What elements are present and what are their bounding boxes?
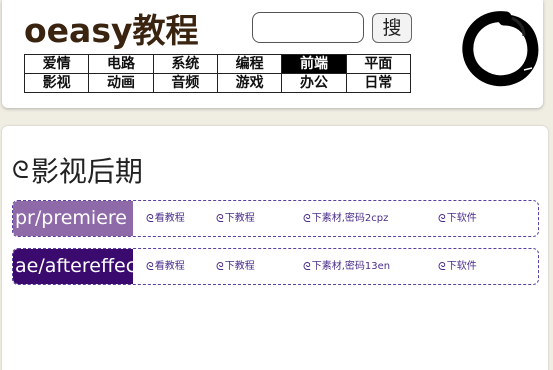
download-software-link[interactable]: ᘓ 下软件 <box>438 249 477 284</box>
swirl-icon: ᘓ <box>438 212 446 225</box>
nav-item[interactable]: 平面 <box>345 54 412 74</box>
search-button[interactable]: 搜 <box>372 13 412 43</box>
nav-item[interactable]: 编程 <box>216 54 283 74</box>
swirl-icon: ᘓ <box>146 260 154 273</box>
swirl-icon: ᘓ <box>12 156 29 184</box>
download-tutorial-link[interactable]: ᘓ 下教程 <box>216 201 255 236</box>
watch-tutorial-link[interactable]: ᘓ 看教程 <box>146 249 185 284</box>
swirl-icon: ᘓ <box>303 260 311 273</box>
download-assets-link[interactable]: ᘓ 下素材,密码2cpz <box>303 201 388 236</box>
download-software-link[interactable]: ᘓ 下软件 <box>438 201 477 236</box>
nav-item[interactable]: 系统 <box>152 54 218 74</box>
section-title: ᘓ 影视后期 <box>12 150 143 190</box>
nav-item[interactable]: 爱情 <box>23 54 90 74</box>
nav-item[interactable]: 前端 <box>281 54 347 74</box>
category-nav: 爱情 电路 系统 编程 前端 平面影视 动画 音频 游戏 办公 日常 <box>23 54 412 93</box>
resource-name[interactable]: pr/premiere <box>13 201 133 236</box>
nav-item[interactable]: 动画 <box>88 73 154 93</box>
nav-item[interactable]: 电路 <box>88 54 154 74</box>
site-title[interactable]: oeasy教程 <box>24 4 198 52</box>
link-label: 看教程 <box>154 213 185 224</box>
nav-item[interactable]: 日常 <box>345 73 412 93</box>
link-label: 下素材,密码2cpz <box>311 213 389 224</box>
link-label: 下软件 <box>446 261 477 272</box>
nav-item[interactable]: 影视 <box>23 73 90 93</box>
nav-item[interactable]: 游戏 <box>216 73 283 93</box>
site-header: oeasy教程 搜 爱情 电路 系统 编程 前端 平面影视 动画 音频 游戏 办公 日常 <box>2 0 543 108</box>
link-label: 下教程 <box>224 261 255 272</box>
nav-item[interactable]: 办公 <box>281 73 347 93</box>
swirl-icon: ᘓ <box>216 260 224 273</box>
swirl-icon: ᘓ <box>146 212 154 225</box>
swirl-icon: ᘓ <box>303 212 311 225</box>
main-content: ᘓ 影视后期 pr/premiere ᘓ 看教程 ᘓ 下教程 ᘓ 下素材,密码2cpz ᘓ 下软… <box>2 126 548 370</box>
link-label: 下软件 <box>446 213 477 224</box>
download-assets-link[interactable]: ᘓ 下素材,密码13en <box>303 249 390 284</box>
swirl-icon: ᘓ <box>216 212 224 225</box>
link-label: 下素材,密码13en <box>311 261 391 272</box>
resource-row: pr/premiere ᘓ 看教程 ᘓ 下教程 ᘓ 下素材,密码2cpz ᘓ 下软件 <box>12 200 539 237</box>
link-label: 看教程 <box>154 261 185 272</box>
nav-item[interactable]: 音频 <box>152 73 218 93</box>
resource-row: ae/aftereffectsᘓ看教程ᘓ下教程ᘓ下素材,密码13enᘓ下软件 <box>12 248 539 285</box>
resource-name[interactable]: ae/aftereffects <box>13 249 133 284</box>
download-tutorial-link[interactable]: ᘓ 下教程 <box>216 249 255 284</box>
watch-tutorial-link[interactable]: ᘓ 看教程 <box>146 201 185 236</box>
enso-logo-icon[interactable] <box>460 8 540 88</box>
swirl-icon: ᘓ <box>438 260 446 273</box>
section-title-text: 影视后期 <box>30 155 143 188</box>
link-label: 下教程 <box>224 213 255 224</box>
search-input[interactable] <box>252 12 364 43</box>
